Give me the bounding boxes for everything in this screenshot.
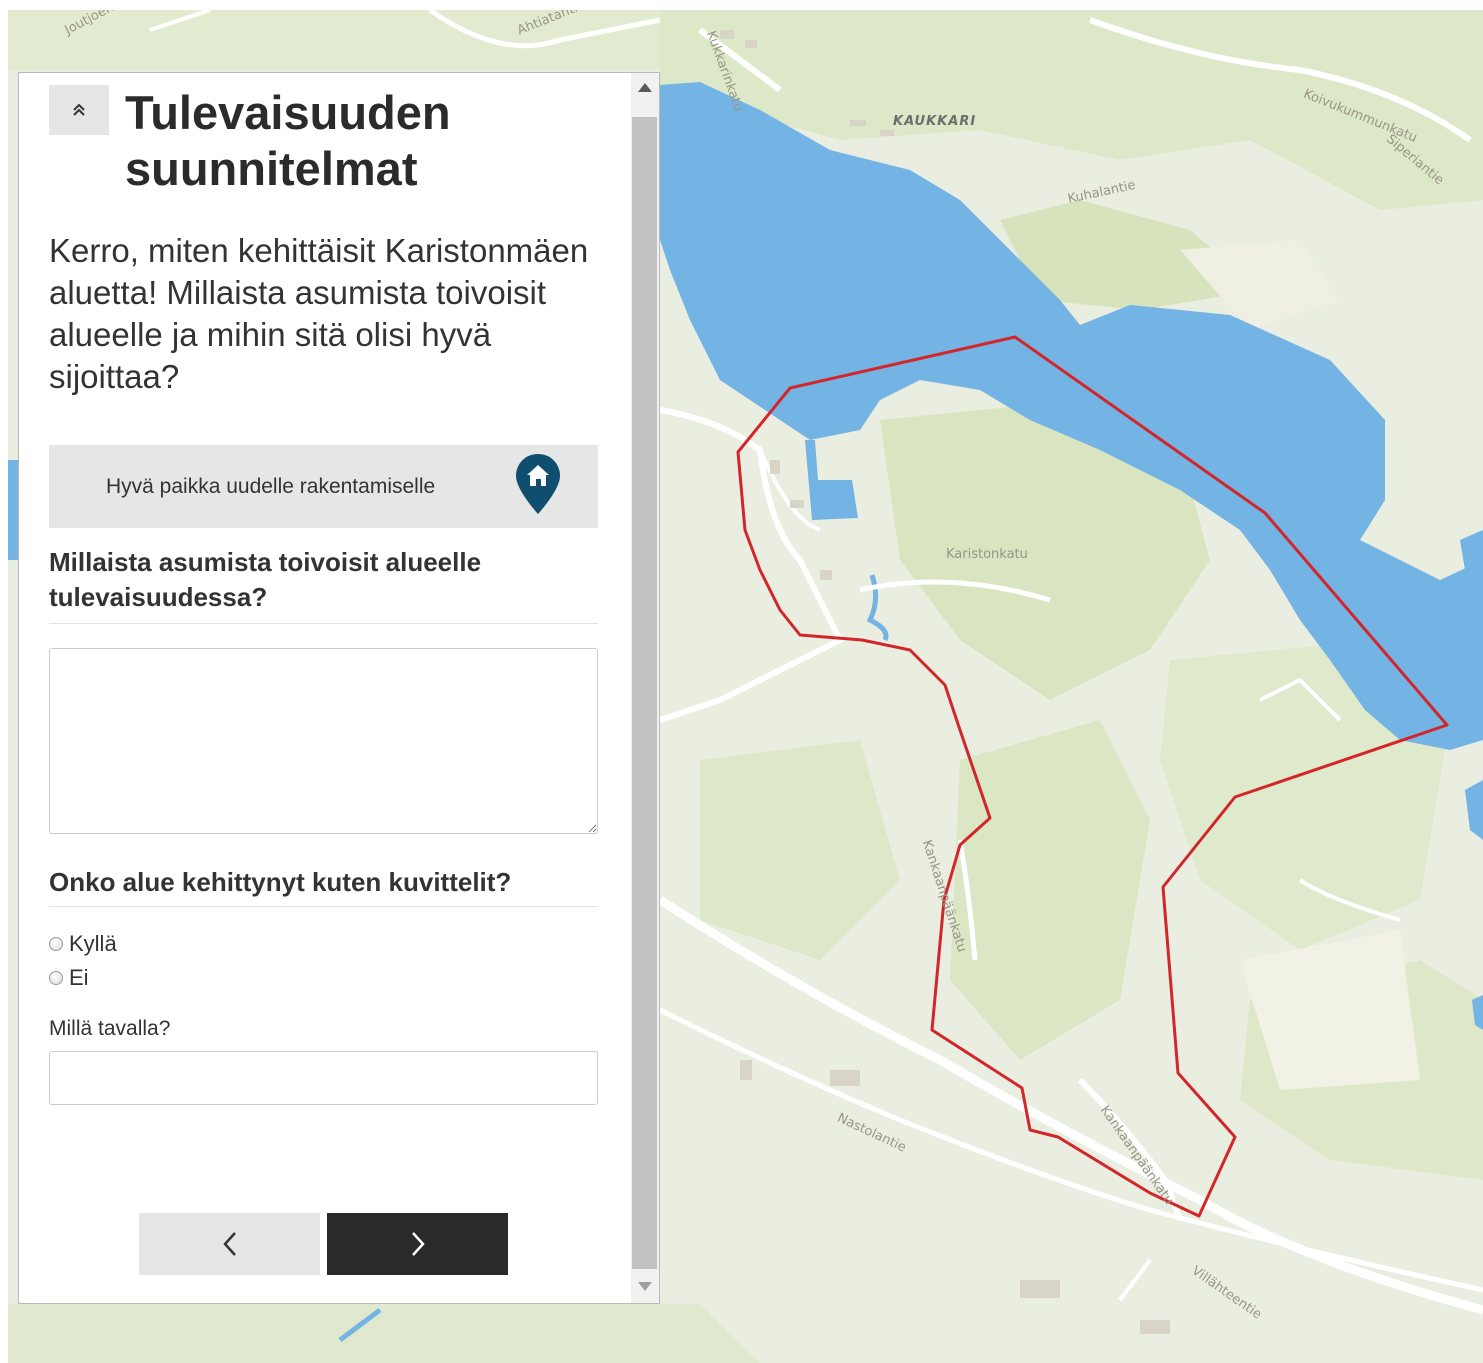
street-label-karistonkatu: Karistonkatu xyxy=(946,547,1028,562)
next-page-button[interactable] xyxy=(327,1213,508,1275)
radio-button-yes[interactable] xyxy=(49,937,63,951)
question-housing-label: Millaista asumista toivoisit alueelle tu… xyxy=(49,545,598,624)
scroll-down-arrow[interactable] xyxy=(638,1282,652,1291)
panel-scrollbar[interactable] xyxy=(631,73,659,1303)
radio-button-no[interactable] xyxy=(49,971,63,985)
collapse-panel-button[interactable] xyxy=(49,85,109,135)
lake-edge-left xyxy=(8,460,18,560)
radio-option-no[interactable]: Ei xyxy=(49,965,89,991)
good-place-button-label: Hyvä paikka uudelle rakentamiselle xyxy=(106,474,436,498)
intro-text: Kerro, miten kehittäisit Karistonmäen al… xyxy=(49,232,589,395)
question-development-label: Onko alue kehittynyt kuten kuvittelit? xyxy=(49,865,598,907)
how-answer-input[interactable] xyxy=(49,1051,598,1105)
radio-option-yes[interactable]: Kyllä xyxy=(49,931,117,957)
radio-label-yes: Kyllä xyxy=(69,931,117,956)
scroll-up-arrow[interactable] xyxy=(638,83,652,92)
home-map-pin-icon xyxy=(516,454,560,514)
radio-label-no: Ei xyxy=(69,965,89,990)
double-chevron-up-icon xyxy=(73,103,85,116)
chevron-right-icon xyxy=(411,1232,425,1256)
housing-answer-textarea[interactable] xyxy=(49,648,598,834)
district-label-kaukkari: KAUKKARI xyxy=(893,114,977,129)
survey-panel: Tulevaisuuden suunnitelmat Kerro, miten … xyxy=(18,72,660,1304)
chevron-left-icon xyxy=(222,1232,236,1256)
scroll-thumb[interactable] xyxy=(632,117,657,1269)
forest-patch xyxy=(8,1304,760,1363)
good-place-for-building-button[interactable]: Hyvä paikka uudelle rakentamiselle xyxy=(49,445,598,528)
previous-page-button[interactable] xyxy=(139,1213,320,1275)
page-title: Tulevaisuuden suunnitelmat xyxy=(125,86,451,195)
how-label: Millä tavalla? xyxy=(49,1017,171,1040)
